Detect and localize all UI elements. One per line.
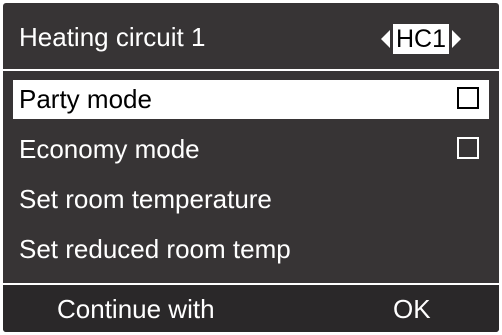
continue-with-label: Continue with [57, 294, 215, 324]
menu-item-label: Economy mode [19, 134, 200, 164]
circuit-selector-value: HC1 [393, 24, 450, 54]
party-mode-checkbox[interactable] [457, 87, 479, 109]
menu-item-economy-mode[interactable]: Economy mode [13, 130, 489, 169]
footer-bar: Continue with OK [3, 283, 499, 332]
page-title: Heating circuit 1 [19, 22, 206, 52]
menu-item-set-room-temperature[interactable]: Set room temperature [13, 180, 489, 219]
economy-mode-checkbox[interactable] [457, 137, 479, 159]
arrow-right-icon[interactable] [452, 30, 462, 48]
display-screen: Heating circuit 1 HC1 Party mode Economy… [3, 3, 499, 332]
menu-item-party-mode[interactable]: Party mode [13, 80, 489, 119]
circuit-selector[interactable]: HC1 [381, 23, 462, 55]
ok-button[interactable]: OK [393, 294, 431, 324]
arrow-left-icon[interactable] [381, 30, 390, 48]
header: Heating circuit 1 HC1 [3, 3, 499, 67]
menu-item-label: Party mode [19, 84, 152, 114]
menu-item-label: Set reduced room temp [19, 234, 291, 264]
menu-item-label: Set room temperature [19, 184, 272, 214]
header-divider [3, 69, 499, 71]
menu-item-set-reduced-room-temp[interactable]: Set reduced room temp [13, 230, 489, 269]
